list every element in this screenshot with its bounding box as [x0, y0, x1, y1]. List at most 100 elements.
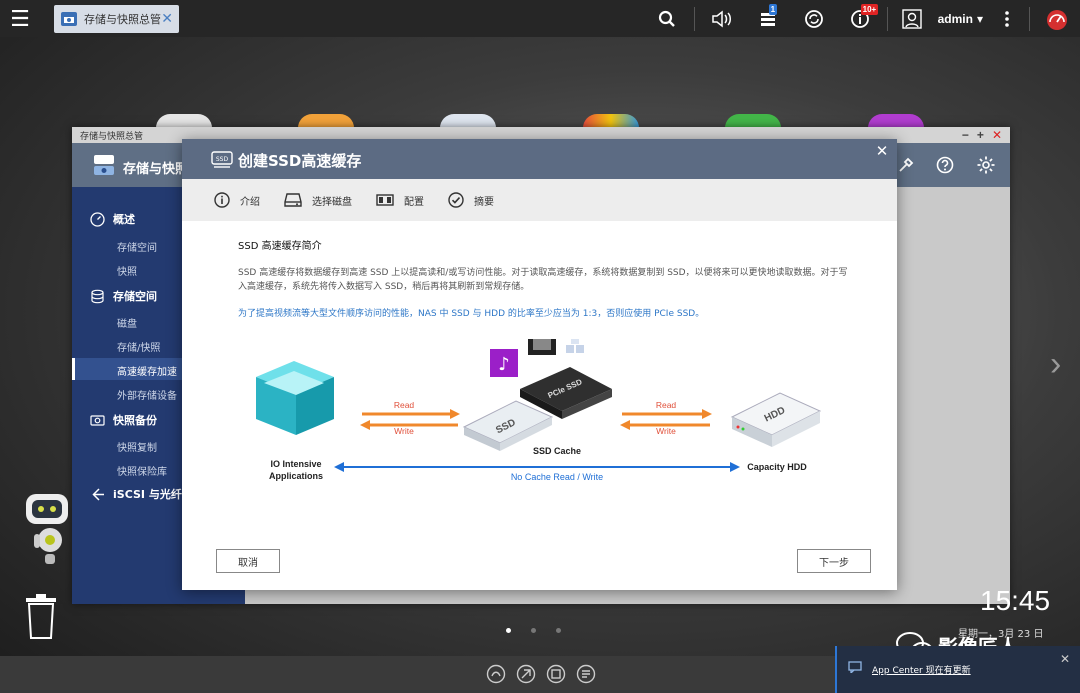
- app-header-title: 存储与快照: [123, 162, 189, 177]
- close-tab-icon[interactable]: ✕: [161, 10, 173, 27]
- background-tasks-icon[interactable]: 1: [745, 0, 791, 37]
- sidebar-section-label: 存储空间: [113, 290, 157, 303]
- ssd-cache-label: SSD Cache: [532, 446, 582, 456]
- user-avatar-icon[interactable]: [892, 0, 932, 37]
- step-label: 介绍: [240, 196, 260, 208]
- sidebar-item-disks[interactable]: 磁盘: [117, 315, 137, 330]
- notification-text[interactable]: App Center 现在有更新: [872, 663, 971, 676]
- page-dot[interactable]: [556, 628, 561, 633]
- desktop-clock: 15:45: [980, 585, 1051, 616]
- sidebar-item-snapshot-vault[interactable]: 快照保险库: [117, 463, 167, 478]
- read-label-right: Read: [655, 400, 677, 410]
- sidebar-section-overview[interactable]: 概述: [90, 211, 135, 227]
- maximize-icon[interactable]: +: [977, 128, 984, 142]
- sync-icon[interactable]: [791, 0, 837, 37]
- step-summary[interactable]: 摘要: [448, 192, 494, 208]
- sidebar-item-snapshot-replica[interactable]: 快照复制: [117, 439, 157, 454]
- close-window-icon[interactable]: ✕: [992, 128, 1002, 142]
- cancel-button[interactable]: 取消: [216, 549, 280, 573]
- wizard-steps: 介绍 选择磁盘 配置 摘要: [182, 179, 897, 221]
- tools-icon[interactable]: [898, 157, 914, 173]
- no-cache-label: No Cache Read / Write: [510, 472, 604, 482]
- blocks-icon: [566, 339, 584, 353]
- step-label: 配置: [404, 196, 424, 208]
- volume-icon[interactable]: [699, 0, 745, 37]
- link-icon: [92, 487, 104, 501]
- snapshot-icon: [90, 414, 105, 426]
- film-icon: [528, 339, 556, 355]
- window-controls: − + ✕: [962, 128, 1002, 142]
- separator: [1029, 6, 1030, 31]
- step-label: 摘要: [474, 196, 494, 208]
- user-menu[interactable]: admin ▾: [932, 12, 989, 26]
- info-circle-icon: [214, 192, 230, 208]
- dashboard-icon: [90, 211, 105, 227]
- dock-app-icon-3[interactable]: [546, 664, 566, 684]
- no-cache-arrow: [334, 462, 740, 472]
- sidebar-item-storage-snapshot[interactable]: 存储/快照: [117, 339, 160, 354]
- io-label: IO Intensive Applications: [246, 458, 346, 482]
- check-circle-icon: [448, 192, 464, 208]
- robot-assistant-icon[interactable]: [20, 488, 74, 568]
- sidebar-item-cache-acceleration[interactable]: 高速缓存加速: [117, 363, 177, 378]
- help-icon[interactable]: [936, 156, 954, 174]
- dock-app-icon-4[interactable]: [576, 664, 596, 684]
- ratio-note: 为了提高视频流等大型文件顺序访问的性能，NAS 中 SSD 与 HDD 的比率至…: [238, 309, 705, 319]
- close-notification-icon[interactable]: ✕: [1060, 652, 1070, 666]
- create-ssd-cache-dialog: SSD 创建SSD高速缓存 ✕ 介绍 选择磁盘 配置 摘要 SSD 高速缓存简介…: [182, 139, 897, 590]
- sidebar-item-external-storage[interactable]: 外部存储设备: [117, 387, 177, 402]
- next-desktop-arrow-icon[interactable]: ›: [1050, 345, 1061, 384]
- step-intro[interactable]: 介绍: [214, 192, 260, 208]
- alerts-badge: 10+: [860, 4, 879, 15]
- dashboard-gauge-icon[interactable]: [1034, 0, 1080, 37]
- svg-text:♪: ♪: [498, 354, 510, 375]
- next-button[interactable]: 下一步: [797, 549, 871, 573]
- chevron-down-icon: ▾: [976, 11, 983, 26]
- search-icon[interactable]: [644, 0, 690, 37]
- ssd-icon: SSD: [211, 151, 233, 168]
- write-label-right: Write: [656, 426, 676, 436]
- io-applications-cube: [256, 361, 334, 435]
- sidebar-section-iscsi[interactable]: iSCSI 与光纤通: [90, 486, 193, 502]
- more-options-icon[interactable]: [989, 0, 1025, 37]
- separator: [693, 6, 695, 31]
- sidebar-item-storage-space[interactable]: 存储空间: [117, 239, 157, 254]
- database-icon: [91, 289, 104, 303]
- write-label-left: Write: [394, 426, 414, 436]
- message-icon: [848, 661, 862, 673]
- sidebar-item-snapshot[interactable]: 快照: [117, 263, 137, 278]
- taskbar-tab-storage[interactable]: 存储与快照总管 ✕: [54, 4, 179, 33]
- io-label-line1: IO Intensive: [270, 459, 322, 469]
- step-configure[interactable]: 配置: [376, 193, 424, 208]
- dock-icons: [486, 664, 596, 684]
- config-icon: [376, 194, 394, 206]
- sidebar-section-storage[interactable]: 存储空间: [90, 288, 157, 304]
- page-dot[interactable]: [531, 628, 536, 633]
- dialog-header: SSD 创建SSD高速缓存 ✕: [182, 139, 897, 179]
- dock-app-icon-1[interactable]: [486, 664, 506, 684]
- page-dot-active[interactable]: [506, 628, 511, 633]
- ssd-cache-diagram: SSD PCIe SSD ♪ HDD Read Write Read Write…: [182, 339, 897, 499]
- dock-app-icon-2[interactable]: [516, 664, 536, 684]
- capacity-hdd-label: Capacity HDD: [747, 462, 807, 472]
- main-menu-icon[interactable]: ☰: [0, 0, 40, 37]
- section-title: SSD 高速缓存简介: [238, 241, 322, 252]
- step-select-disks[interactable]: 选择磁盘: [284, 192, 352, 208]
- info-icon[interactable]: 10+: [837, 0, 883, 37]
- window-title: 存储与快照总管: [80, 131, 144, 142]
- minimize-icon[interactable]: −: [962, 128, 969, 142]
- desktop-page-dots: [506, 628, 561, 633]
- close-dialog-icon[interactable]: ✕: [873, 142, 891, 160]
- settings-gear-icon[interactable]: [976, 155, 996, 175]
- tasks-badge: 1: [768, 4, 778, 15]
- sidebar-section-label: 概述: [113, 213, 135, 226]
- step-label: 选择磁盘: [312, 196, 352, 208]
- read-label-left: Read: [393, 400, 415, 410]
- ssd-drive: SSD: [462, 400, 554, 451]
- username: admin: [937, 11, 973, 26]
- trash-icon[interactable]: [22, 592, 60, 642]
- separator: [886, 6, 888, 31]
- taskbar-tab-label: 存储与快照总管: [84, 12, 161, 26]
- sidebar-section-snapshot-backup[interactable]: 快照备份: [90, 412, 157, 428]
- notification-toast[interactable]: App Center 现在有更新 ✕: [835, 646, 1080, 693]
